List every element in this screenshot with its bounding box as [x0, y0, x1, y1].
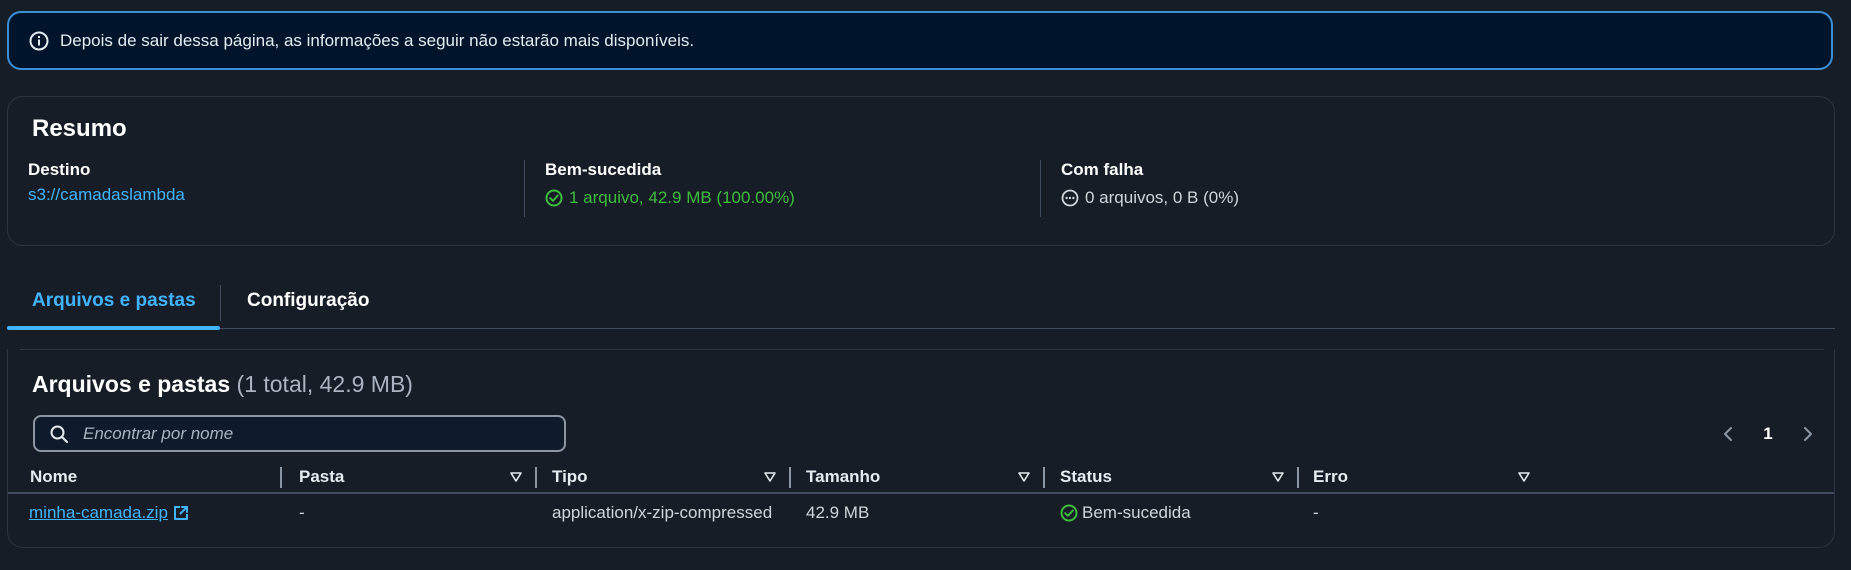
cell-error: -	[1313, 503, 1319, 522]
column-header-type[interactable]: Tipo	[552, 465, 789, 489]
tab-bar: Arquivos e pastas Configuração	[7, 272, 1835, 330]
succeeded-label: Bem-sucedida	[545, 160, 662, 179]
destination-link[interactable]: s3://camadaslambda	[28, 185, 185, 205]
search-box[interactable]	[33, 415, 566, 452]
summary-succeeded: Bem-sucedida 1 arquivo, 42.9 MB (100.00%…	[545, 160, 795, 220]
tab-files-and-folders[interactable]: Arquivos e pastas	[32, 290, 196, 312]
column-header-label: Nome	[30, 467, 78, 486]
failed-text: 0 arquivos, 0 B (0%)	[1085, 188, 1240, 207]
cell-status: Bem-sucedida	[1060, 503, 1191, 523]
summary-failed: Com falha 0 arquivos, 0 B (0%)	[1061, 160, 1239, 220]
files-heading-title: Arquivos e pastas	[32, 371, 231, 397]
files-panel: Arquivos e pastas (1 total, 42.9 MB) 1	[7, 349, 1835, 548]
column-header-folder[interactable]: Pasta	[299, 465, 535, 489]
column-header-size[interactable]: Tamanho	[806, 465, 1043, 489]
cell-folder: -	[299, 503, 305, 522]
tab-separator	[220, 285, 221, 321]
column-header-status[interactable]: Status	[1060, 465, 1297, 489]
file-link[interactable]: minha-camada.zip	[29, 503, 190, 523]
previous-page-button[interactable]	[1718, 424, 1738, 444]
status-text: Bem-sucedida	[1082, 503, 1191, 522]
column-resizer[interactable]	[535, 467, 537, 488]
sort-triangle-icon[interactable]	[1271, 470, 1285, 484]
column-header-label: Tamanho	[806, 467, 881, 486]
banner-text: Depois de sair dessa página, as informaç…	[60, 30, 695, 50]
search-icon	[49, 424, 69, 444]
tab-configuration[interactable]: Configuração	[247, 290, 369, 312]
column-resizer[interactable]	[280, 467, 282, 488]
column-header-error[interactable]: Erro	[1313, 465, 1543, 489]
file-name: minha-camada.zip	[29, 503, 168, 522]
cell-type: application/x-zip-compressed	[552, 503, 773, 522]
search-input[interactable]	[81, 422, 535, 445]
cell-size: 42.9 MB	[806, 503, 870, 522]
failed-label: Com falha	[1061, 160, 1144, 179]
column-header-label: Tipo	[552, 467, 588, 486]
failed-value: 0 arquivos, 0 B (0%)	[1061, 188, 1239, 208]
sort-triangle-icon[interactable]	[1517, 470, 1531, 484]
info-banner: Depois de sair dessa página, as informaç…	[7, 11, 1833, 70]
destination-label: Destino	[28, 160, 91, 179]
succeeded-value: 1 arquivo, 42.9 MB (100.00%)	[545, 188, 795, 208]
success-check-icon	[1060, 504, 1078, 522]
next-page-button[interactable]	[1798, 424, 1818, 444]
pending-dots-icon	[1061, 189, 1079, 207]
succeeded-text: 1 arquivo, 42.9 MB (100.00%)	[569, 188, 795, 207]
summary-panel: Resumo Destino s3://camadaslambda Bem-su…	[7, 96, 1835, 246]
summary-divider	[524, 160, 525, 217]
pagination: 1	[1718, 419, 1818, 449]
column-resizer[interactable]	[789, 467, 791, 488]
chevron-left-icon	[1724, 427, 1732, 441]
success-check-icon	[545, 189, 563, 207]
column-resizer[interactable]	[1297, 467, 1299, 488]
upload-result-page: Depois de sair dessa página, as informaç…	[0, 0, 1851, 570]
column-header-name[interactable]: Nome	[30, 465, 270, 489]
files-heading: Arquivos e pastas (1 total, 42.9 MB)	[32, 371, 413, 398]
column-header-label: Pasta	[299, 467, 345, 486]
external-link-icon	[172, 504, 190, 522]
summary-title: Resumo	[32, 115, 127, 142]
sort-triangle-icon[interactable]	[763, 470, 777, 484]
column-header-label: Status	[1060, 467, 1112, 486]
summary-divider	[1040, 160, 1041, 217]
column-header-label: Erro	[1313, 467, 1348, 486]
sort-triangle-icon[interactable]	[509, 470, 523, 484]
sort-triangle-icon[interactable]	[1017, 470, 1031, 484]
column-resizer[interactable]	[1043, 467, 1045, 488]
chevron-right-icon	[1804, 427, 1812, 441]
info-icon	[28, 30, 50, 52]
table-row: minha-camada.zip - application/x-zip-com…	[8, 494, 1834, 532]
summary-destination: Destino s3://camadaslambda	[28, 160, 185, 220]
active-tab-indicator	[7, 326, 220, 330]
current-page-number[interactable]: 1	[1763, 424, 1772, 444]
files-heading-count: (1 total, 42.9 MB)	[236, 371, 413, 397]
cell-name: minha-camada.zip	[29, 503, 190, 523]
table-header: Nome Pasta Tipo Tamanho Status Erro	[8, 462, 1834, 494]
